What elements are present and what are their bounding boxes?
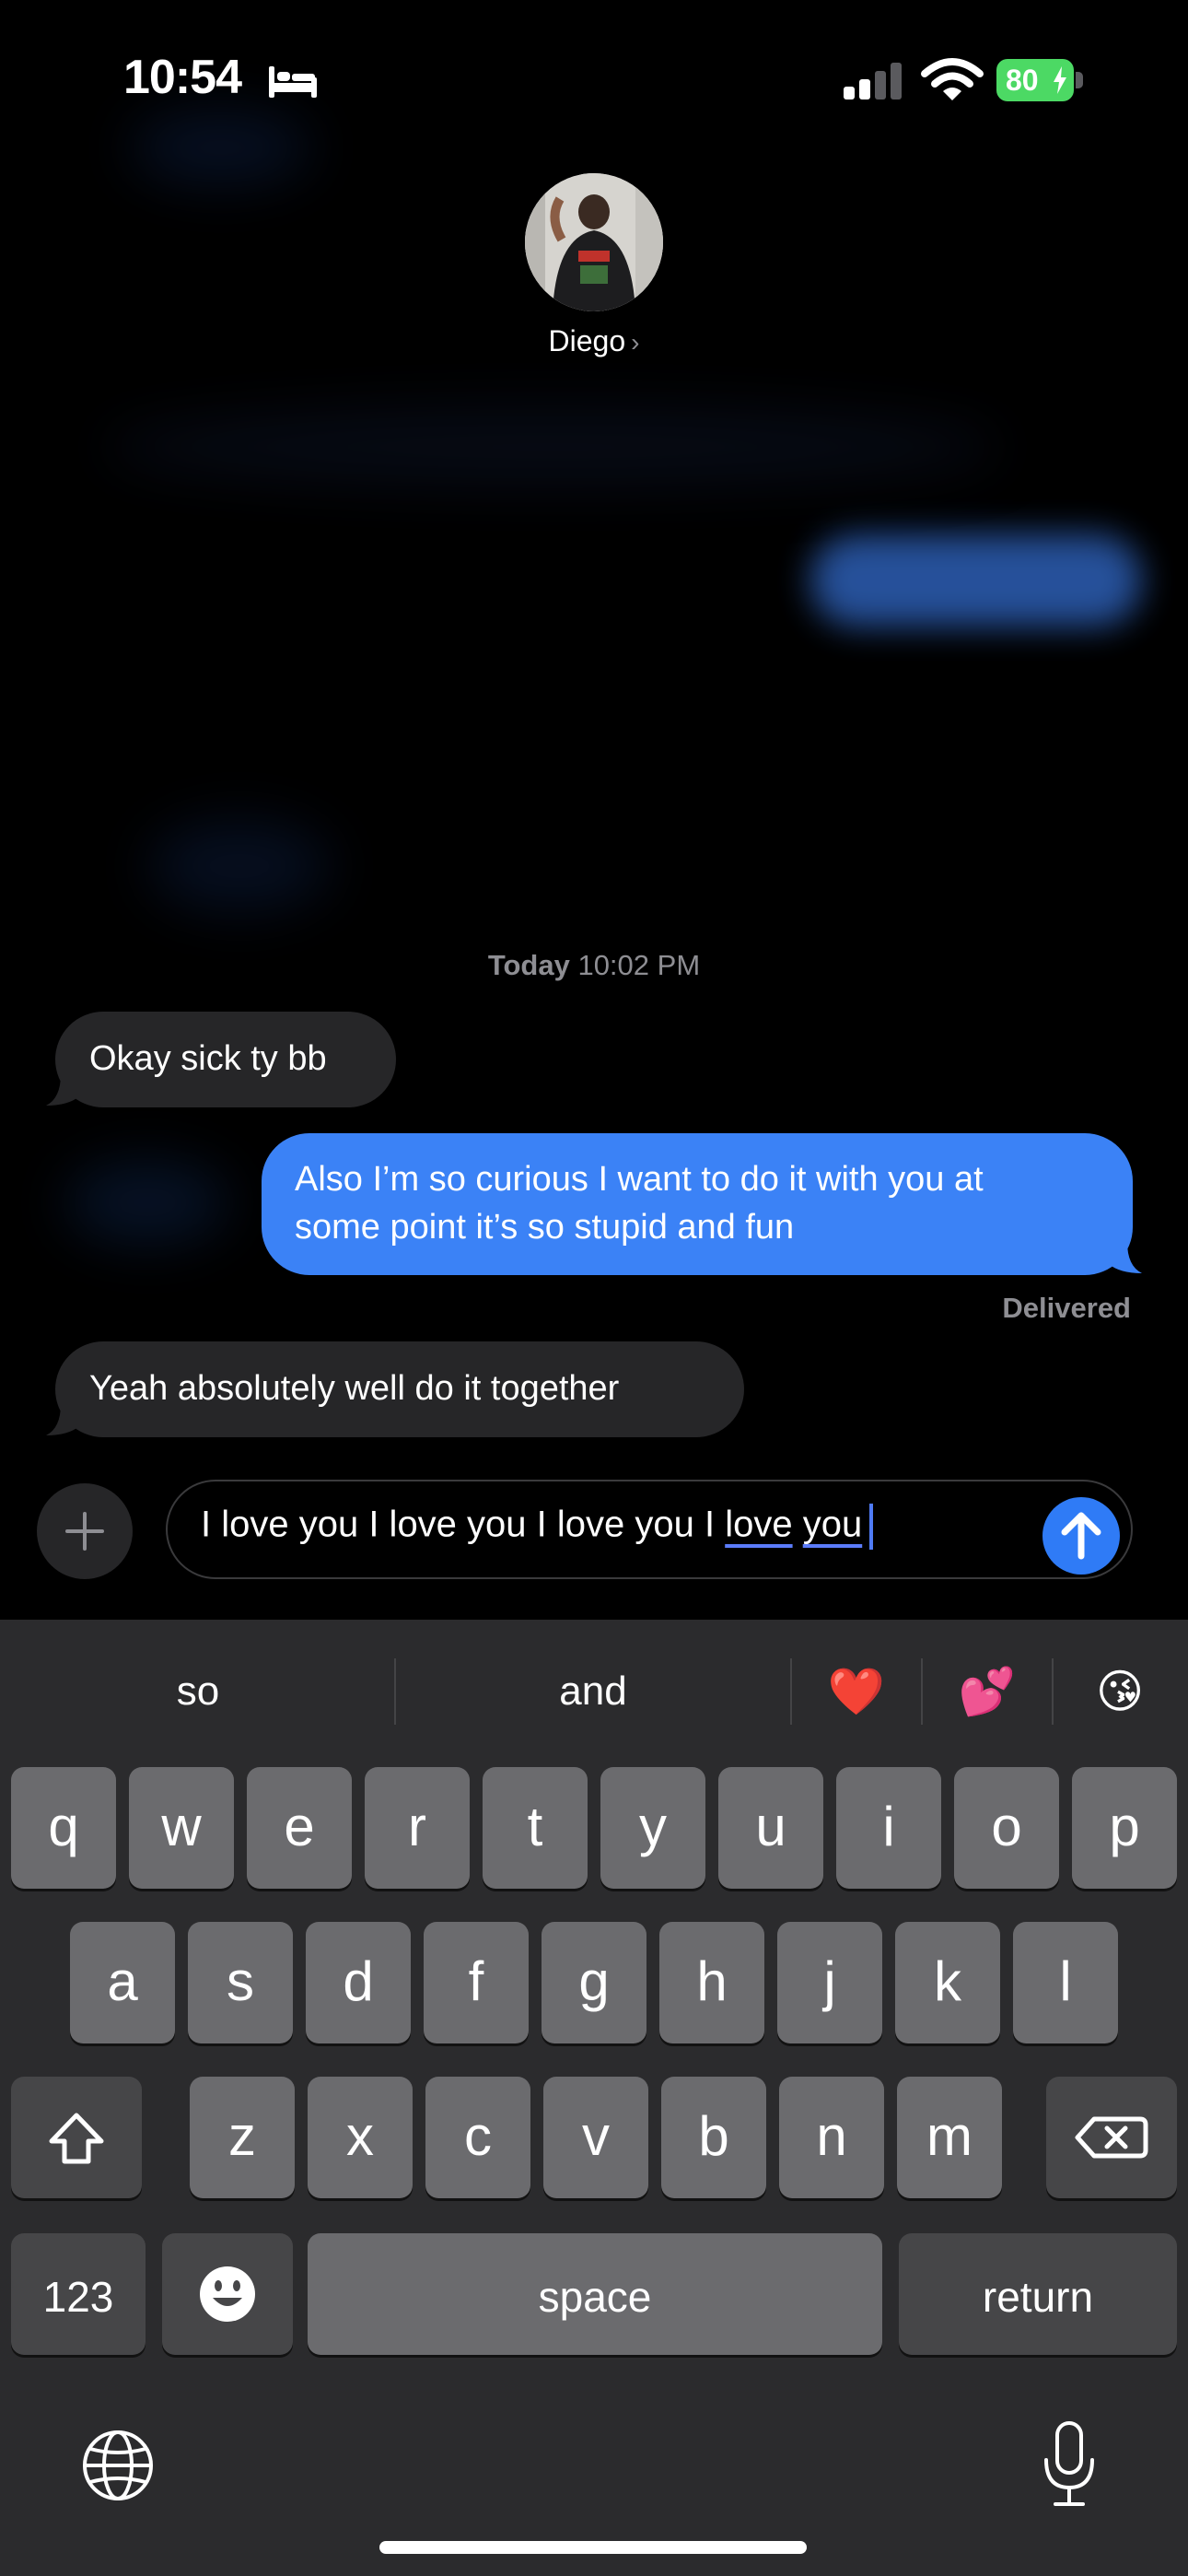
key-p[interactable]: p xyxy=(1072,1767,1177,1889)
globe-icon[interactable] xyxy=(77,2425,158,2506)
shift-icon xyxy=(49,2113,104,2164)
microphone-icon[interactable] xyxy=(1033,2419,1105,2512)
message-input-text[interactable]: I love you I love you I love you I love … xyxy=(201,1504,874,1550)
message-timestamp: Today 10:02 PM xyxy=(487,949,701,981)
prediction-word[interactable]: and xyxy=(411,1658,775,1725)
key-i[interactable]: i xyxy=(836,1767,941,1889)
blurred-background-glow xyxy=(810,534,1142,626)
key-a[interactable]: a xyxy=(70,1922,175,2043)
blurred-background-glow xyxy=(64,1161,230,1244)
key-x[interactable]: x xyxy=(308,2077,413,2198)
message-text: Okay sick ty bb xyxy=(89,1039,327,1078)
key-c[interactable]: c xyxy=(425,2077,530,2198)
return-key[interactable]: return xyxy=(899,2233,1177,2355)
apps-plus-button[interactable] xyxy=(37,1483,133,1579)
key-w[interactable]: w xyxy=(129,1767,234,1889)
avatar-photo xyxy=(525,173,663,311)
send-arrow-icon xyxy=(1061,1512,1101,1560)
key-f[interactable]: f xyxy=(424,1922,529,2043)
key-r[interactable]: r xyxy=(365,1767,470,1889)
wifi-icon xyxy=(921,58,984,100)
contact-name[interactable]: Diego › xyxy=(0,324,1188,358)
key-n[interactable]: n xyxy=(779,2077,884,2198)
plus-icon xyxy=(65,1512,104,1551)
key-u[interactable]: u xyxy=(718,1767,823,1889)
delete-icon xyxy=(1075,2116,1148,2159)
bed-icon xyxy=(269,66,317,98)
delete-key[interactable] xyxy=(1046,2077,1177,2198)
send-button[interactable] xyxy=(1042,1497,1120,1575)
battery-icon: 80 xyxy=(996,59,1083,101)
incoming-message-bubble[interactable]: Yeah absolutely well do it together xyxy=(46,1341,744,1437)
outgoing-message-bubble[interactable]: Also I’m so curious I want to do it with… xyxy=(262,1133,1142,1275)
emoji-face-icon xyxy=(200,2266,255,2322)
key-s[interactable]: s xyxy=(188,1922,293,2043)
prediction-emoji[interactable]: ❤️ xyxy=(807,1658,906,1725)
chevron-right-icon: › xyxy=(631,328,640,357)
message-text-line: some point it’s so stupid and fun xyxy=(295,1208,795,1247)
key-h[interactable]: h xyxy=(659,1922,764,2043)
text-cursor xyxy=(869,1504,874,1550)
home-indicator[interactable] xyxy=(379,2541,807,2554)
key-k[interactable]: k xyxy=(895,1922,1000,2043)
key-z[interactable]: z xyxy=(190,2077,295,2198)
key-q[interactable]: q xyxy=(11,1767,116,1889)
contact-avatar[interactable] xyxy=(525,173,663,311)
message-text-line: Also I’m so curious I want to do it with… xyxy=(295,1160,984,1199)
key-b[interactable]: b xyxy=(661,2077,766,2198)
key-j[interactable]: j xyxy=(777,1922,882,2043)
blurred-background-glow xyxy=(129,111,313,184)
key-m[interactable]: m xyxy=(897,2077,1002,2198)
prediction-emoji[interactable]: 😘 xyxy=(1068,1658,1171,1725)
key-d[interactable]: d xyxy=(306,1922,411,2043)
key-e[interactable]: e xyxy=(247,1767,352,1889)
signal-icon xyxy=(844,63,902,100)
key-l[interactable]: l xyxy=(1013,1922,1118,2043)
key-y[interactable]: y xyxy=(600,1767,705,1889)
delivered-status: Delivered xyxy=(1002,1292,1131,1324)
numbers-key[interactable]: 123 xyxy=(11,2233,146,2355)
key-g[interactable]: g xyxy=(542,1922,646,2043)
charging-bolt-icon xyxy=(1054,66,1066,94)
emoji-key[interactable] xyxy=(162,2233,293,2355)
shift-key[interactable] xyxy=(11,2077,142,2198)
blurred-background-glow xyxy=(147,820,332,912)
incoming-message-bubble[interactable]: Okay sick ty bb xyxy=(46,1012,396,1107)
prediction-emoji[interactable]: 💕 xyxy=(938,1658,1037,1725)
key-t[interactable]: t xyxy=(483,1767,588,1889)
blurred-background-glow xyxy=(101,405,1004,488)
space-key[interactable]: space xyxy=(308,2233,882,2355)
key-o[interactable]: o xyxy=(954,1767,1059,1889)
key-v[interactable]: v xyxy=(543,2077,648,2198)
prediction-word[interactable]: so xyxy=(18,1658,378,1725)
message-text: Yeah absolutely well do it together xyxy=(89,1369,620,1408)
status-time: 10:54 xyxy=(123,51,242,104)
